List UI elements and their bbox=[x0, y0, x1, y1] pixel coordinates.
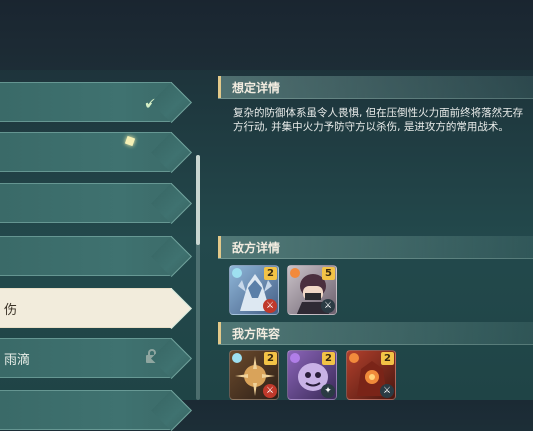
stage-item-label: 伤 bbox=[4, 303, 18, 318]
ally-header: 我方阵容 bbox=[218, 322, 533, 345]
unit-level: 2 bbox=[264, 352, 277, 365]
stage-item-4[interactable] bbox=[0, 236, 172, 276]
enemy-unit-card[interactable]: 2 ⚔ bbox=[229, 265, 279, 315]
stage-item-3[interactable] bbox=[0, 183, 172, 223]
stage-item-1[interactable]: ✔ bbox=[0, 82, 172, 122]
unit-level: 2 bbox=[264, 267, 277, 280]
top-bar bbox=[0, 0, 533, 70]
unit-level: 2 bbox=[381, 352, 394, 365]
scenario-desc-line-2: 方行动, 并集中火力予防守方以杀伤, 是进攻方的常用战术。 bbox=[233, 121, 509, 133]
stage-list: ✔ 伤 雨滴 bbox=[0, 70, 200, 430]
stage-item-2[interactable] bbox=[0, 132, 172, 172]
scenario-header: 想定详情 bbox=[218, 76, 533, 99]
sword-icon: ⚔ bbox=[263, 384, 277, 398]
sword-icon: ⚔ bbox=[321, 299, 335, 313]
enemy-title: 敌方详情 bbox=[232, 241, 281, 255]
scenario-desc-line-1: 复杂的防御体系虽令人畏惧, 但在压倒性火力面前终将落然无存 bbox=[233, 107, 524, 119]
scenario-title: 想定详情 bbox=[232, 81, 281, 95]
cryo-element-icon bbox=[232, 353, 242, 363]
lock-icon bbox=[146, 349, 158, 363]
ally-title: 我方阵容 bbox=[232, 327, 281, 341]
stage-item-label: 雨滴 bbox=[4, 353, 31, 368]
stage-item-6[interactable]: 雨滴 bbox=[0, 338, 172, 378]
pyro-element-icon bbox=[290, 268, 300, 278]
scenario-description: 复杂的防御体系虽令人畏惧, 但在压倒性火力面前终将落然无存 方行动, 并集中火力… bbox=[233, 106, 533, 134]
check-icon: ✔ bbox=[144, 94, 158, 113]
sword-icon: ⚔ bbox=[263, 299, 277, 313]
ally-unit-card[interactable]: 2 ⚔ bbox=[346, 350, 396, 400]
ally-unit-card[interactable]: 2 ⚔ bbox=[229, 350, 279, 400]
catalyst-icon: ✦ bbox=[321, 384, 335, 398]
scrollbar-thumb[interactable] bbox=[196, 155, 200, 245]
ally-unit-card[interactable]: 2 ✦ bbox=[287, 350, 337, 400]
pyro-element-icon bbox=[349, 353, 359, 363]
enemy-unit-card[interactable]: 5 ⚔ bbox=[287, 265, 337, 315]
unit-level: 5 bbox=[322, 267, 335, 280]
stage-item-5[interactable]: 伤 bbox=[0, 288, 172, 328]
unit-level: 2 bbox=[322, 352, 335, 365]
stage-item-7[interactable] bbox=[0, 390, 172, 430]
electro-element-icon bbox=[290, 353, 300, 363]
sword-icon: ⚔ bbox=[380, 384, 394, 398]
enemy-header: 敌方详情 bbox=[218, 236, 533, 259]
cryo-element-icon bbox=[232, 268, 242, 278]
